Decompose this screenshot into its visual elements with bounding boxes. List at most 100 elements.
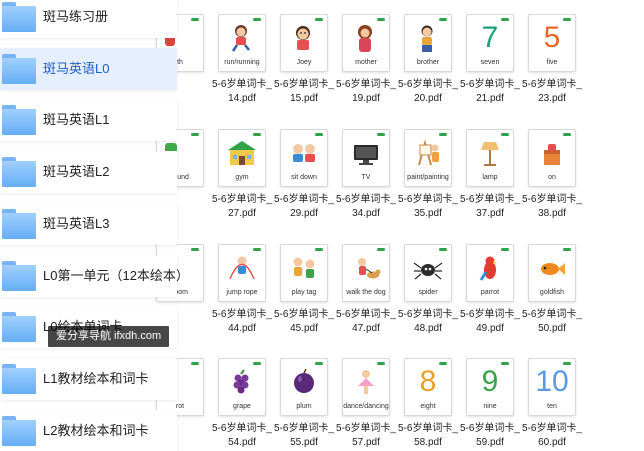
pdf-thumbnail: on bbox=[528, 129, 576, 187]
pdf-thumbnail: goldfish bbox=[528, 244, 576, 302]
spider-icon bbox=[413, 254, 443, 289]
pdf-thumbnail: parrot bbox=[466, 244, 514, 302]
pdf-thumbnail: lamp bbox=[466, 129, 514, 187]
number-digit: 9 bbox=[481, 365, 499, 398]
file-item[interactable]: 9 nine 5-6岁单词卡_ 59.pdf bbox=[458, 344, 522, 451]
card-word: ten bbox=[547, 403, 557, 410]
file-item[interactable]: jump rope 5-6岁单词卡_ 44.pdf bbox=[210, 230, 274, 342]
ballerina-icon bbox=[351, 368, 381, 403]
file-item[interactable]: TV 5-6岁单词卡_ 34.pdf bbox=[334, 115, 398, 227]
brand-tag-icon bbox=[563, 248, 571, 251]
folder-item-l1-materials[interactable]: L1教材绘本和词卡 bbox=[0, 358, 177, 400]
file-item[interactable]: parrot 5-6岁单词卡_ 49.pdf bbox=[458, 230, 522, 342]
folder-icon bbox=[2, 157, 36, 187]
folder-label: 斑马英语L3 bbox=[43, 216, 110, 231]
card-word: on bbox=[548, 174, 556, 181]
file-item[interactable]: gym 5-6岁单词卡_ 27.pdf bbox=[210, 115, 274, 227]
file-item[interactable]: Joey 5-6岁单词卡_ 15.pdf bbox=[272, 0, 336, 112]
folder-item-l0-unit-one[interactable]: L0第一单元（12本绘本） bbox=[0, 255, 189, 297]
kid-jumping-icon bbox=[227, 254, 257, 289]
file-item[interactable]: play tag 5-6岁单词卡_ 45.pdf bbox=[272, 230, 336, 342]
folder-list: 斑马练习册 斑马英语L0 斑马英语L1 斑马英语L2 斑马英语L3 L0第一单元… bbox=[0, 0, 189, 451]
card-word: paint/painting bbox=[407, 174, 449, 181]
card-word: five bbox=[546, 59, 558, 66]
folder-label: L1教材绘本和词卡 bbox=[43, 371, 149, 386]
brand-tag-icon bbox=[439, 133, 447, 136]
folder-label: 斑马英语L2 bbox=[43, 164, 110, 179]
easel-painter-icon bbox=[413, 139, 443, 174]
folder-item-practice-books[interactable]: 斑马练习册 bbox=[0, 0, 177, 38]
file-item[interactable]: spider 5-6岁单词卡_ 48.pdf bbox=[396, 230, 460, 342]
file-name: 5-6岁单词卡_ 60.pdf bbox=[521, 423, 582, 448]
file-item[interactable]: plum 5-6岁单词卡_ 55.pdf bbox=[272, 344, 336, 451]
card-word: brother bbox=[416, 59, 440, 66]
file-item[interactable]: paint/painting 5-6岁单词卡_ 35.pdf bbox=[396, 115, 460, 227]
folder-label: 斑马练习册 bbox=[43, 9, 109, 24]
folder-icon bbox=[2, 261, 36, 291]
folder-item-zebra-english-l2[interactable]: 斑马英语L2 bbox=[0, 151, 177, 193]
card-word: TV bbox=[361, 174, 371, 181]
folder-item-l2-materials[interactable]: L2教材绘本和词卡 bbox=[0, 410, 177, 451]
folder-item-zebra-english-l3[interactable]: 斑马英语L3 bbox=[0, 203, 177, 245]
brand-tag-icon bbox=[253, 362, 261, 365]
file-name: 5-6岁单词卡_ 23.pdf bbox=[521, 79, 582, 104]
gym-building-icon bbox=[227, 139, 257, 174]
card-word: mother bbox=[355, 59, 377, 66]
number-digit: 10 bbox=[535, 365, 569, 398]
pdf-thumbnail: play tag bbox=[280, 244, 328, 302]
kids-playing-icon bbox=[289, 254, 319, 289]
card-word: play tag bbox=[291, 289, 317, 296]
card-word: seven bbox=[480, 59, 500, 66]
boy-figure-icon bbox=[413, 24, 443, 59]
folder-icon bbox=[2, 2, 36, 32]
file-item[interactable]: run/running 5-6岁单词卡_ 14.pdf bbox=[210, 0, 274, 112]
file-item[interactable]: 10 ten 5-6岁单词卡_ 60.pdf bbox=[520, 344, 584, 451]
file-item[interactable]: 5 five 5-6岁单词卡_ 23.pdf bbox=[520, 0, 584, 112]
pdf-thumbnail: 5 five bbox=[528, 14, 576, 72]
file-item[interactable]: mother 5-6岁单词卡_ 19.pdf bbox=[334, 0, 398, 112]
file-item[interactable]: lamp 5-6岁单词卡_ 37.pdf bbox=[458, 115, 522, 227]
file-name: 5-6岁单词卡_ 50.pdf bbox=[521, 309, 582, 334]
folder-icon bbox=[2, 312, 36, 342]
brand-tag-icon bbox=[315, 362, 323, 365]
box-on-icon bbox=[537, 139, 567, 174]
file-item[interactable]: walk the dog 5-6岁单词卡_ 47.pdf bbox=[334, 230, 398, 342]
parrot-icon bbox=[475, 254, 505, 289]
pdf-thumbnail: walk the dog bbox=[342, 244, 390, 302]
folder-label: L0第一单元（12本绘本） bbox=[43, 268, 189, 283]
pdf-thumbnail: plum bbox=[280, 358, 328, 416]
card-word: parrot bbox=[480, 289, 500, 296]
folder-icon bbox=[2, 54, 36, 84]
file-item[interactable]: goldfish 5-6岁单词卡_ 50.pdf bbox=[520, 230, 584, 342]
brand-tag-icon bbox=[191, 362, 199, 365]
card-word: run/running bbox=[224, 59, 260, 66]
pdf-thumbnail: dance/dancing bbox=[342, 358, 390, 416]
file-item[interactable]: brother 5-6岁单词卡_ 20.pdf bbox=[396, 0, 460, 112]
file-item[interactable]: grape 5-6岁单词卡_ 54.pdf bbox=[210, 344, 274, 451]
card-word: grape bbox=[233, 403, 251, 410]
pdf-thumbnail: brother bbox=[404, 14, 452, 72]
brand-tag-icon bbox=[563, 133, 571, 136]
card-word: plum bbox=[296, 403, 312, 410]
brand-tag-icon bbox=[191, 133, 199, 136]
file-item[interactable]: sit down 5-6岁单词卡_ 29.pdf bbox=[272, 115, 336, 227]
file-item[interactable]: 7 seven 5-6岁单词卡_ 21.pdf bbox=[458, 0, 522, 112]
folder-item-zebra-english-l0[interactable]: 斑马英语L0 bbox=[0, 48, 177, 90]
tv-set-icon bbox=[351, 139, 381, 174]
file-item[interactable]: dance/dancing 5-6岁单词卡_ 57.pdf bbox=[334, 344, 398, 451]
brand-tag-icon bbox=[253, 133, 261, 136]
brand-tag-icon bbox=[315, 18, 323, 21]
file-item[interactable]: 8 eight 5-6岁单词卡_ 58.pdf bbox=[396, 344, 460, 451]
brand-tag-icon bbox=[501, 248, 509, 251]
folder-icon bbox=[2, 209, 36, 239]
brand-tag-icon bbox=[191, 18, 199, 21]
file-item[interactable]: on 5-6岁单词卡_ 38.pdf bbox=[520, 115, 584, 227]
card-word: sit down bbox=[291, 174, 317, 181]
card-word: dance/dancing bbox=[343, 403, 389, 410]
brand-tag-icon bbox=[377, 133, 385, 136]
folder-item-zebra-english-l1[interactable]: 斑马英语L1 bbox=[0, 99, 177, 141]
file-name: 5-6岁单词卡_ 38.pdf bbox=[521, 194, 582, 219]
plum-icon bbox=[289, 368, 319, 403]
pdf-thumbnail: Joey bbox=[280, 14, 328, 72]
pdf-thumbnail: grape bbox=[218, 358, 266, 416]
